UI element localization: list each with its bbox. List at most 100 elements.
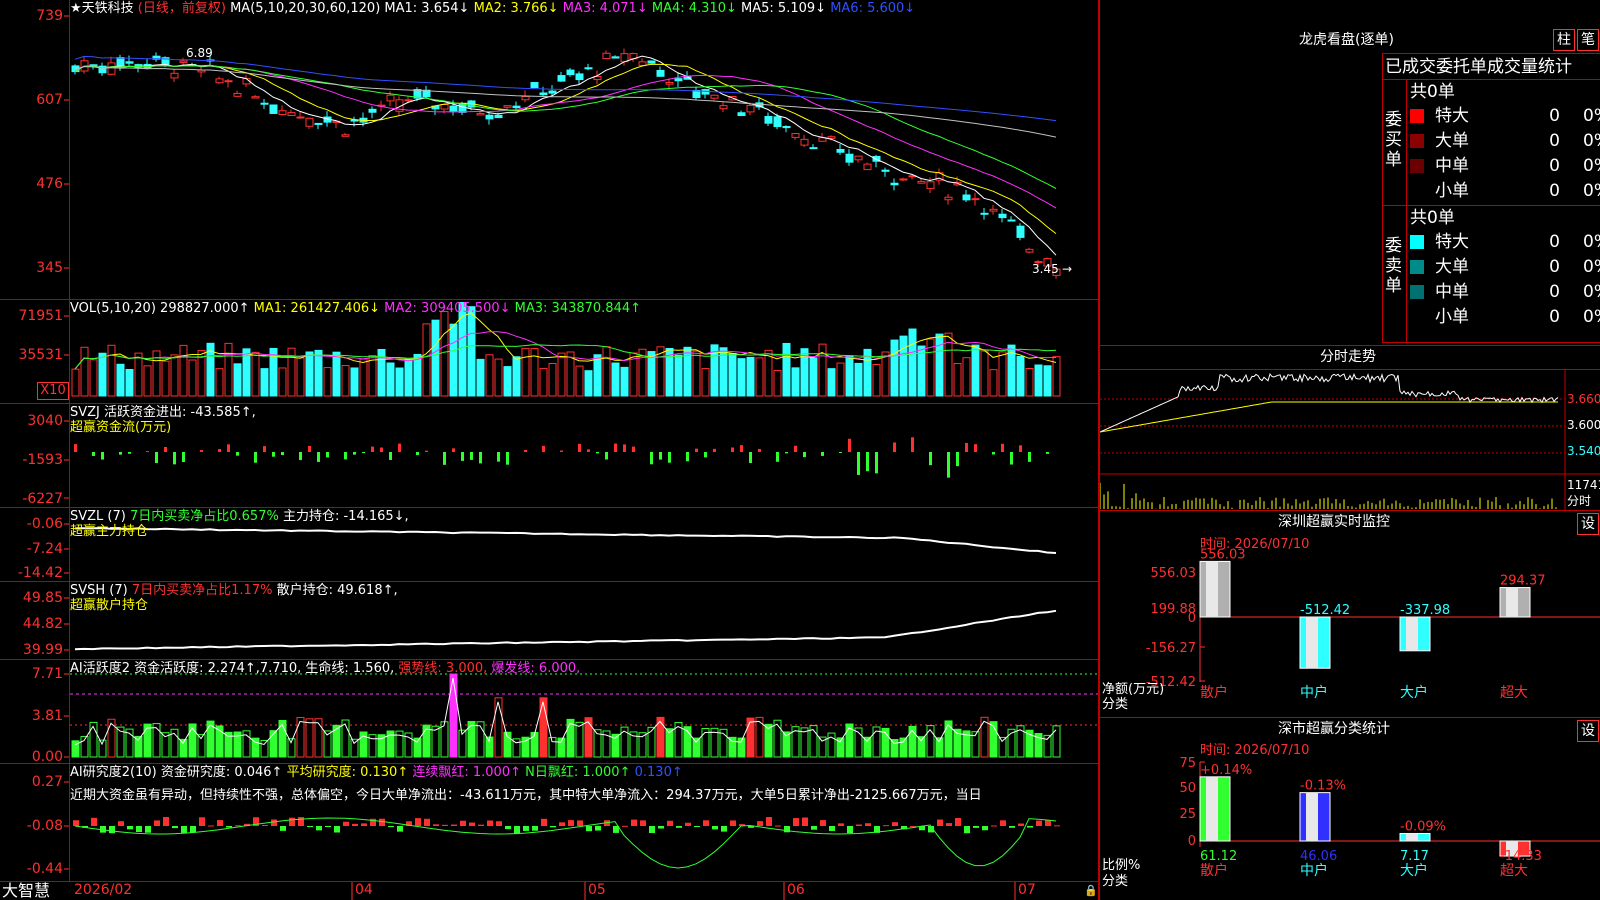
volume-bar [962, 357, 971, 397]
research-bar [568, 820, 574, 826]
research-bar [658, 826, 664, 829]
candle-body [440, 103, 449, 110]
order-count: 0 [1549, 307, 1560, 327]
fund-flow-bar [398, 443, 401, 452]
fund-flow-bar [425, 450, 428, 452]
volume-bar [521, 347, 530, 397]
research-bar [298, 817, 304, 826]
volume-bar [341, 365, 350, 397]
date-label: 06 [787, 882, 805, 898]
tick-toggle-button[interactable]: 笔 [1577, 29, 1599, 51]
fund-flow-bar [200, 450, 203, 452]
svzj-tick: -1593 [22, 452, 63, 468]
order-type: 大单 [1435, 257, 1469, 277]
main-header: ★天铁科技 (日线，前复权) MA(5,10,20,30,60,120) MA1… [70, 1, 915, 16]
fund-flow-bar [164, 447, 167, 452]
fund-flow-bar [227, 444, 230, 452]
fund-flow-bar [857, 452, 860, 475]
volume-bar [368, 354, 377, 397]
candle-body [548, 90, 557, 94]
bar-highlight [1206, 776, 1218, 841]
fund-flow-bar [272, 452, 275, 457]
research-bar [271, 819, 277, 826]
research-bar [577, 820, 583, 826]
bar-highlight [1506, 587, 1518, 617]
volume-bar [620, 366, 629, 397]
fund-flow-bar [452, 448, 455, 452]
research-bar [208, 825, 214, 827]
volume-bar [683, 346, 692, 397]
volume-bar [224, 342, 233, 397]
divider [1406, 79, 1407, 343]
activity-bar [503, 731, 512, 758]
volume-bar [89, 359, 98, 397]
research-bar [964, 826, 970, 834]
sz-monitor-xlabel: 分类 [1102, 697, 1129, 712]
fund-flow-bar [605, 452, 608, 460]
order-type: 小单 [1435, 181, 1469, 201]
sell-total: 共0单 [1410, 208, 1455, 228]
research-bar [820, 820, 826, 826]
ai2-header: AI研究度2(10) 资金研究度: 0.046↑ 平均研究度: 0.130↑ 连… [70, 765, 683, 780]
research-bar [379, 818, 385, 826]
lock-icon[interactable]: 🔒 [1084, 883, 1098, 898]
period-label[interactable]: (日线，前复权) [138, 1, 226, 16]
fund-flow-bar [506, 452, 509, 465]
volume-bar [908, 328, 917, 397]
date-label: 04 [355, 882, 373, 898]
activity-bar [494, 697, 503, 758]
order-color-swatch [1410, 285, 1424, 299]
vol-value: 298827.000↑ [160, 301, 250, 316]
candle-body [692, 89, 701, 99]
fund-flow-bar [929, 452, 932, 466]
intraday-title: 分时走势 [1320, 349, 1376, 365]
research-bar [775, 825, 781, 827]
sz-monitor-ylabel: 净额(万元) [1102, 682, 1165, 697]
category-label: 中户 [1300, 684, 1328, 701]
intraday-chart[interactable] [1100, 370, 1600, 510]
high-price-label: 6.89 [186, 46, 213, 60]
column-toggle-button[interactable]: 柱 [1553, 29, 1575, 51]
fund-flow-bar [542, 445, 545, 452]
fund-flow-bar [596, 452, 599, 454]
research-bar [1036, 820, 1042, 826]
research-bar [1018, 823, 1024, 826]
order-count: 0 [1549, 282, 1560, 302]
fund-flow-bar [362, 452, 365, 453]
intraday-vol-tick: 11741 [1567, 478, 1600, 492]
volume-bar [1034, 364, 1043, 397]
intraday-price-line [1100, 372, 1559, 433]
retail-position-line [74, 609, 1057, 651]
volume-bar [773, 369, 782, 397]
longhu-title: 龙虎看盘(逐单) [1299, 32, 1394, 48]
candle-body [1007, 219, 1016, 222]
date-label: 2026/02 [74, 882, 133, 898]
app-root: 739 607 476 345 71951 35531 X10 3040 -15… [0, 0, 1600, 900]
stock-title[interactable]: ★天铁科技 [70, 1, 134, 16]
candle-body [611, 56, 620, 59]
volume-bar [386, 362, 395, 397]
volume-bar [395, 367, 404, 397]
research-bar [109, 826, 115, 834]
research-bar [694, 826, 700, 827]
activity-bar [944, 720, 953, 758]
volume-bar [818, 343, 827, 397]
order-pct: 0% [1583, 156, 1600, 176]
svsh-label: SVSH (7) [70, 583, 128, 598]
volume-bar [674, 354, 683, 397]
candle-body [314, 122, 323, 125]
ai2-nday: N日飘红: 1.000↑ [525, 765, 631, 780]
svzl-header: SVZL (7) 7日内买卖净占比0.657% 主力持仓: -14.165↓, [70, 509, 409, 524]
volume-bar [278, 367, 287, 397]
ma3-value: MA3: 4.071↓ [562, 1, 648, 16]
brand-logo: 大智慧 [2, 881, 51, 900]
svzl-label: SVZL (7) [70, 509, 126, 524]
order-count: 0 [1549, 257, 1560, 277]
volume-bar [467, 306, 476, 397]
activity-bar [746, 717, 755, 758]
volume-bar [188, 359, 197, 397]
candle-body [503, 105, 512, 108]
activity-bar [143, 723, 152, 758]
volume-bar [575, 365, 584, 397]
ma1-value: MA1: 3.654↓ [384, 1, 470, 16]
